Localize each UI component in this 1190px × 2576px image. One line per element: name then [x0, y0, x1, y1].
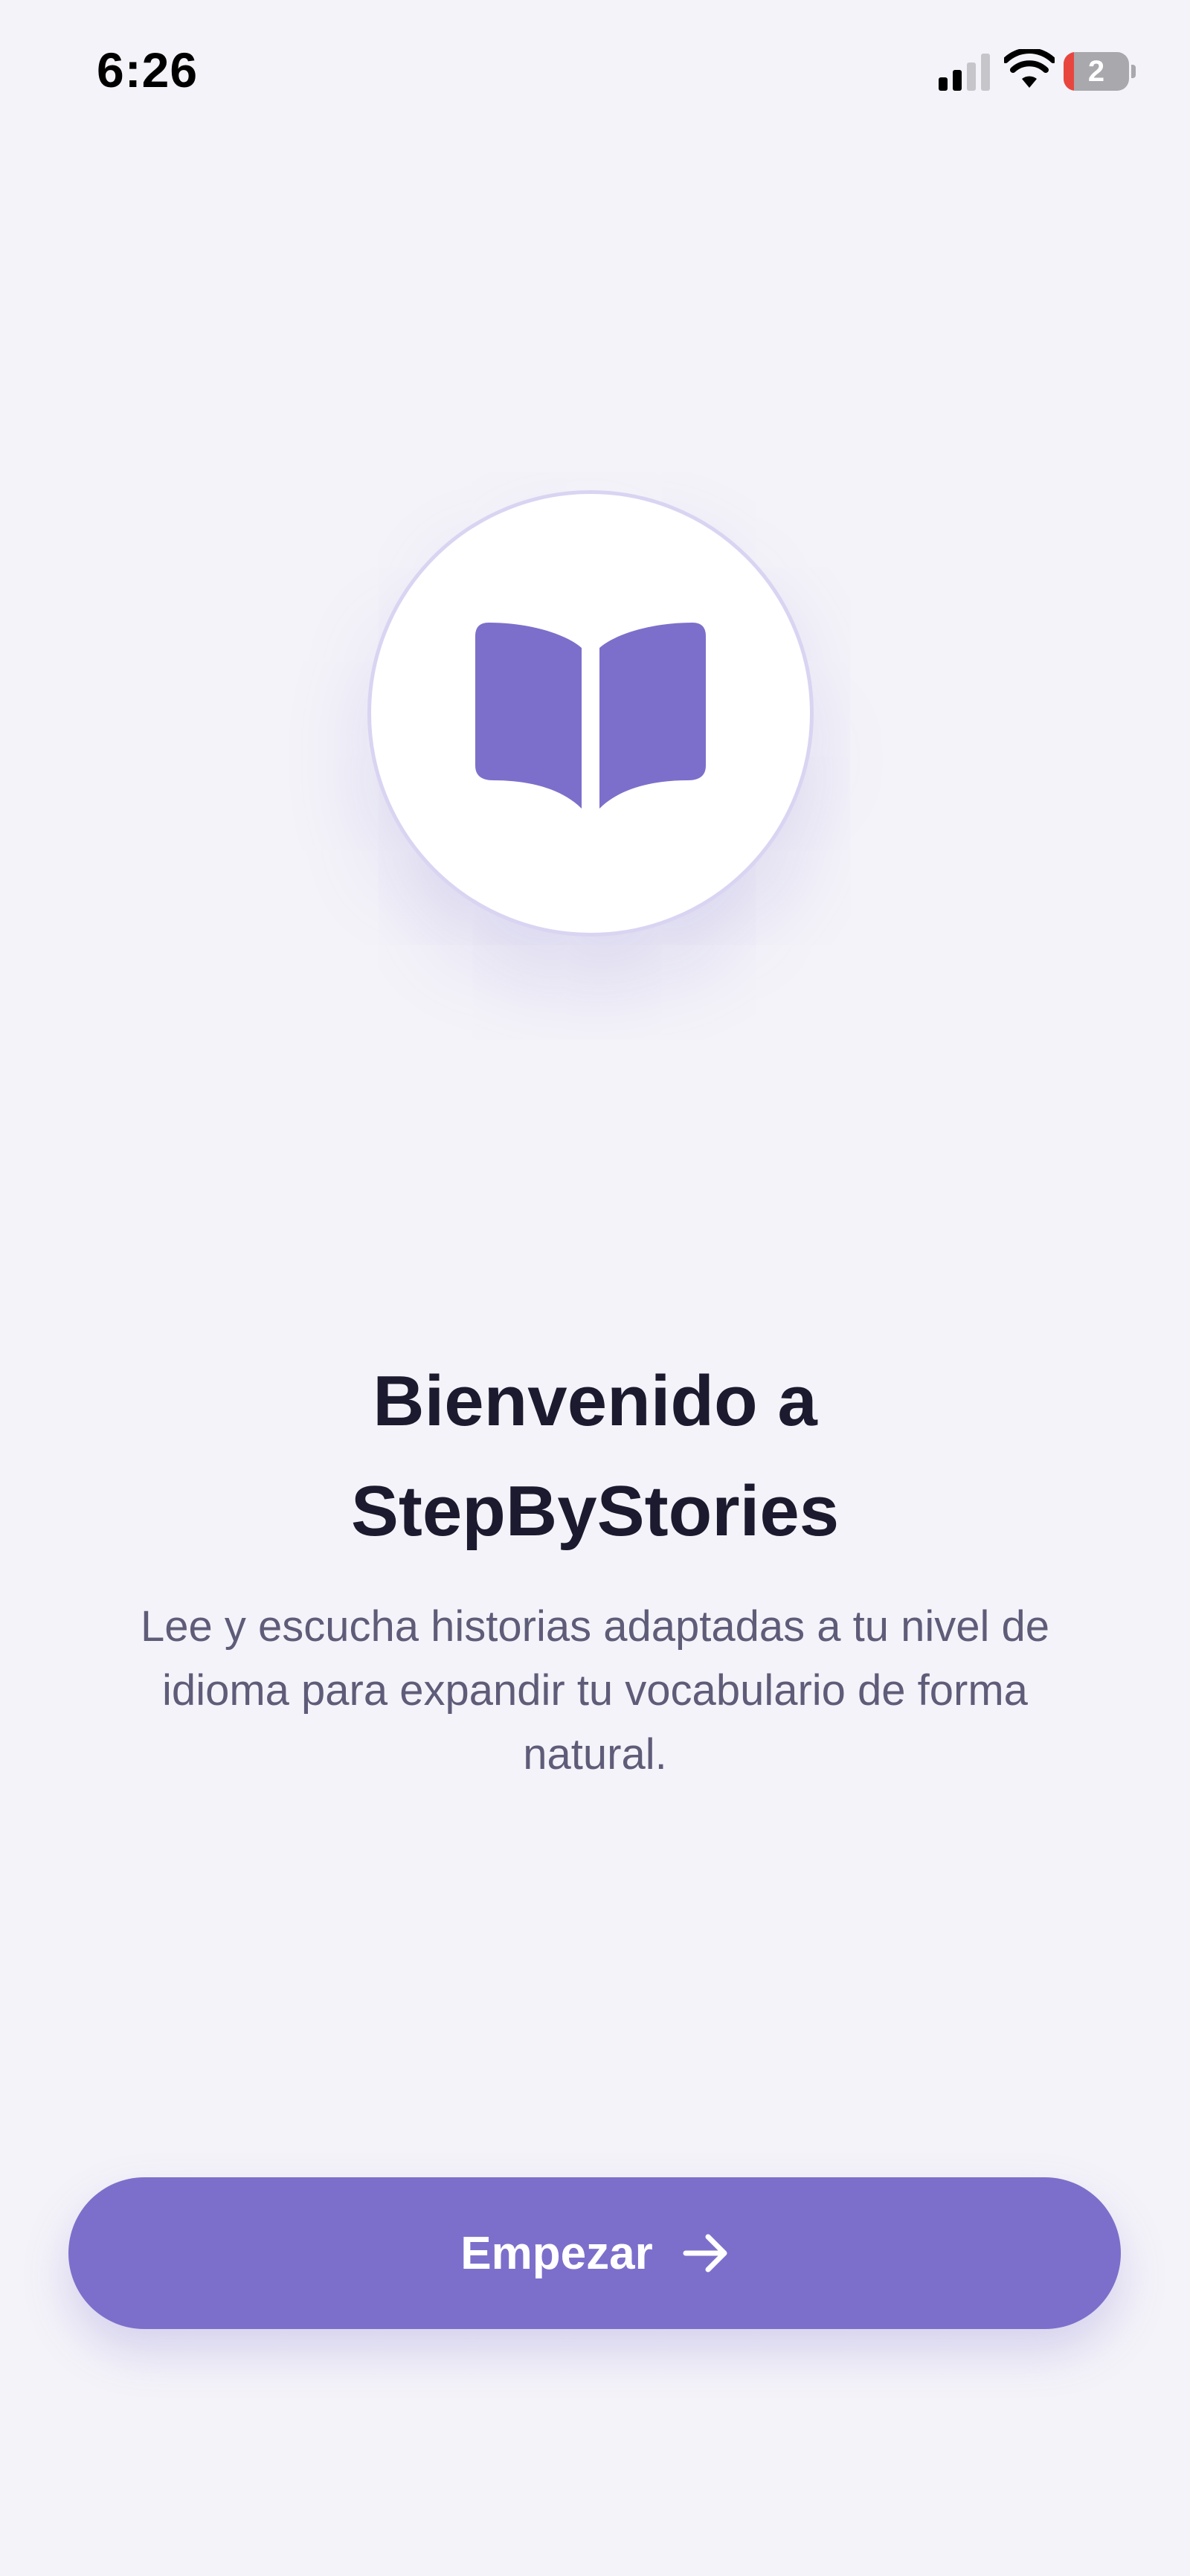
start-button-label: Empezar — [460, 2227, 653, 2279]
status-time: 6:26 — [97, 42, 199, 97]
battery-body: 2 — [1064, 52, 1129, 91]
status-bar: 6:26 2 — [0, 0, 1190, 141]
arrow-right-icon — [683, 2234, 727, 2273]
app-logo — [367, 490, 814, 937]
start-button[interactable]: Empezar — [68, 2177, 1121, 2329]
book-icon — [475, 623, 706, 809]
wifi-icon — [1004, 49, 1055, 88]
welcome-title-line-2: StepByStories — [350, 1471, 840, 1551]
battery-level-text: 2 — [1087, 55, 1105, 88]
battery-tip — [1131, 65, 1136, 78]
welcome-description: Lee y escucha historias adaptadas a tu n… — [140, 1602, 1050, 1779]
welcome-title-line-1: Bienvenido a — [373, 1361, 817, 1441]
battery-icon: 2 — [1064, 52, 1136, 91]
welcome-title: Bienvenido a StepByStories — [74, 1346, 1116, 1567]
signal-icon — [939, 54, 990, 91]
